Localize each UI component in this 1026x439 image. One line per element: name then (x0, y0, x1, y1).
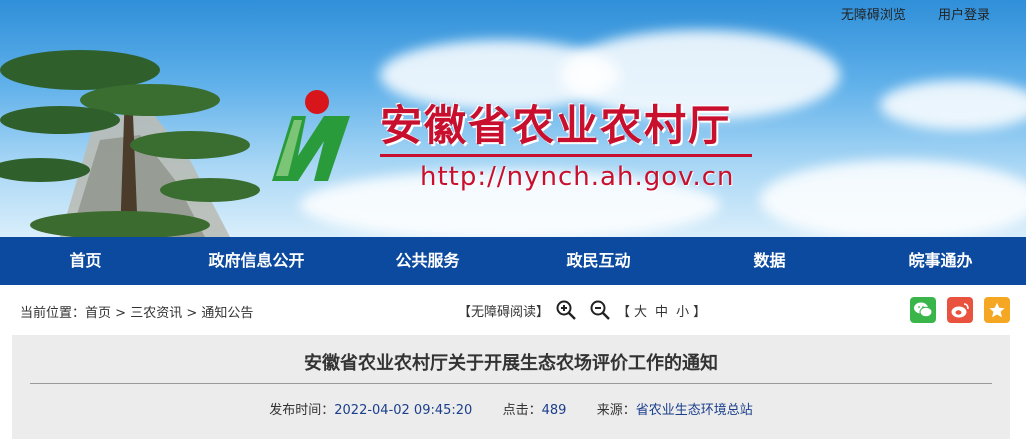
wechat-icon[interactable] (910, 297, 936, 323)
source-label: 来源： (596, 403, 636, 418)
breadcrumb-sannong[interactable]: 三农资讯 (130, 306, 182, 321)
breadcrumb-home[interactable]: 首页 (85, 306, 111, 321)
login-link[interactable]: 用户登录 (938, 8, 990, 23)
favorite-icon[interactable] (984, 297, 1010, 323)
publish-time: 2022-04-02 09:45:20 (334, 403, 473, 418)
zoom-in-icon[interactable] (555, 299, 577, 321)
main-nav: 首页 政府信息公开 公共服务 政民互动 数据 皖事通办 (0, 237, 1026, 285)
nav-item-data[interactable]: 数据 (684, 237, 855, 285)
accessibility-link[interactable]: 无障碍浏览 (841, 8, 906, 23)
site-title: 安徽省农业农村厅 (380, 101, 733, 150)
header-banner: 无障碍浏览 用户登录 安徽省农业农村厅 http://nynch.ah.gov.… (0, 0, 1026, 237)
article-source: 省农业生态环境总站 (635, 403, 753, 418)
nav-item-home[interactable]: 首页 (0, 237, 171, 285)
article-header: 安徽省农业农村厅关于开展生态农场评价工作的通知 发布时间：2022-04-02 … (12, 335, 1010, 439)
article-title: 安徽省农业农村厅关于开展生态农场评价工作的通知 (304, 353, 718, 374)
cloud (760, 160, 1026, 237)
zoom-out-icon[interactable] (589, 299, 611, 321)
top-links: 无障碍浏览 用户登录 (813, 4, 990, 23)
font-size-small[interactable]: 小 (676, 301, 689, 320)
font-size-large[interactable]: 大 (634, 301, 647, 320)
nav-item-wanshitong[interactable]: 皖事通办 (855, 237, 1026, 285)
breadcrumb-separator: > (186, 306, 198, 321)
font-size-medium[interactable]: 中 (655, 301, 668, 320)
nav-item-interaction[interactable]: 政民互动 (513, 237, 684, 285)
weibo-icon[interactable] (947, 297, 973, 323)
site-url: http://nynch.ah.gov.cn (420, 162, 735, 192)
logo-icon (272, 90, 350, 181)
size-bracket-close: 】 (693, 304, 707, 320)
breadcrumb-row: 当前位置：首页 > 三农资讯 > 通知公告 【无障碍阅读】 【 大 中 小 】 (0, 285, 1026, 335)
pine-tree-illustration (0, 50, 260, 237)
article-meta: 发布时间：2022-04-02 09:45:20 点击：489 来源：省农业生态… (12, 399, 1010, 418)
nav-item-gov-info[interactable]: 政府信息公开 (171, 237, 342, 285)
view-count: 489 (541, 403, 567, 418)
size-bracket-open: 【 (617, 304, 631, 320)
article-divider (30, 383, 992, 384)
views-label: 点击： (502, 403, 542, 418)
breadcrumb-separator: > (115, 306, 127, 321)
nav-item-public-service[interactable]: 公共服务 (342, 237, 513, 285)
title-underline (380, 154, 752, 157)
publish-label: 发布时间： (269, 403, 335, 418)
breadcrumb-notices[interactable]: 通知公告 (201, 306, 253, 321)
breadcrumb-prefix: 当前位置： (20, 306, 86, 321)
reading-tools: 【无障碍阅读】 【 大 中 小 】 (458, 299, 706, 321)
accessible-reading-button[interactable]: 【无障碍阅读】 (458, 301, 549, 320)
breadcrumb: 当前位置：首页 > 三农资讯 > 通知公告 (20, 302, 253, 321)
cloud (880, 80, 1026, 130)
